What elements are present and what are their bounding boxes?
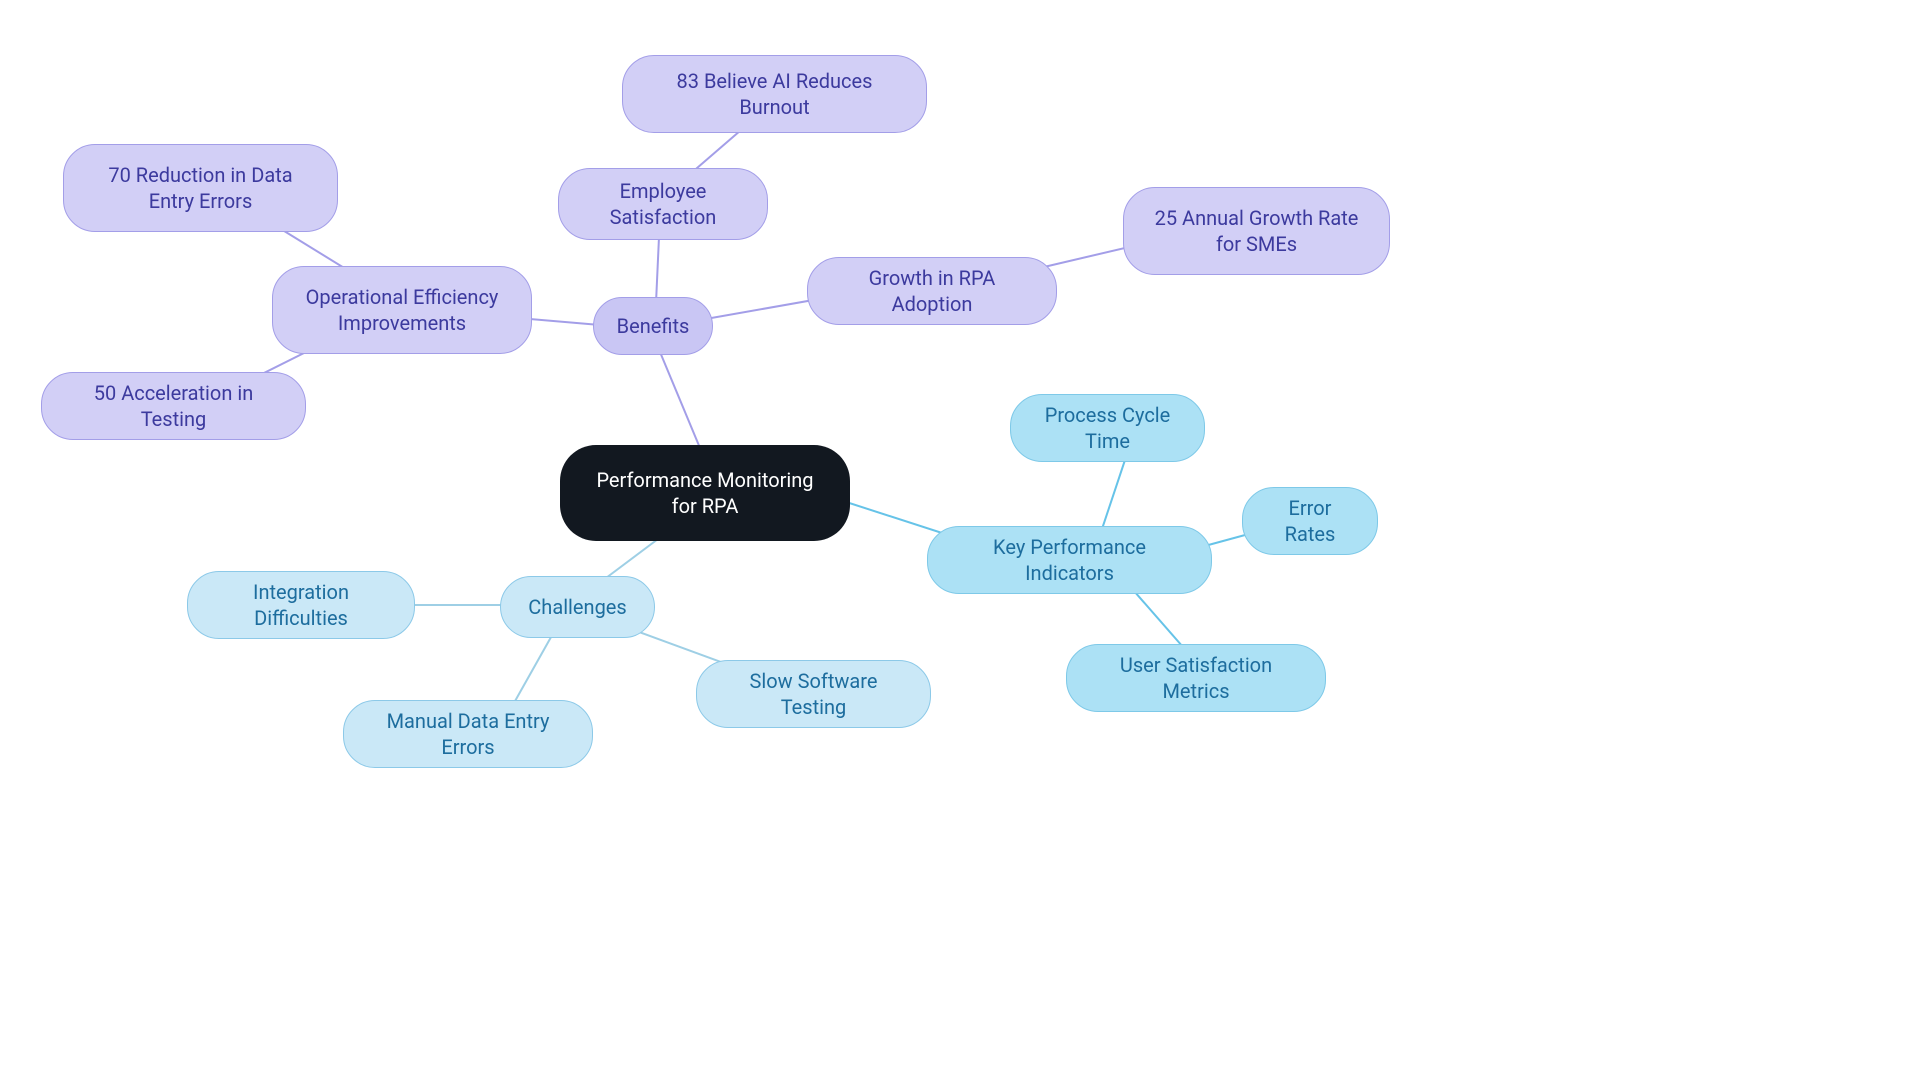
benefits-node: Benefits — [593, 297, 713, 355]
kpi-label: Key Performance Indicators — [956, 534, 1183, 586]
challenges-node: Challenges — [500, 576, 655, 638]
manual-errors-node: Manual Data Entry Errors — [343, 700, 593, 768]
data-entry-errors-node: 70 Reduction in Data Entry Errors — [63, 144, 338, 232]
kpi-node: Key Performance Indicators — [927, 526, 1212, 594]
operational-efficiency-node: Operational Efficiency Improvements — [272, 266, 532, 354]
challenges-label: Challenges — [528, 594, 626, 620]
error-rates-label: Error Rates — [1271, 495, 1349, 547]
operational-efficiency-label: Operational Efficiency Improvements — [301, 284, 503, 336]
growth-rpa-node: Growth in RPA Adoption — [807, 257, 1057, 325]
employee-satisfaction-node: Employee Satisfaction — [558, 168, 768, 240]
user-satisfaction-node: User Satisfaction Metrics — [1066, 644, 1326, 712]
central-label: Performance Monitoring for RPA — [588, 467, 822, 519]
user-satisfaction-label: User Satisfaction Metrics — [1095, 652, 1297, 704]
benefits-label: Benefits — [617, 313, 690, 339]
manual-errors-label: Manual Data Entry Errors — [372, 708, 564, 760]
testing-acceleration-label: 50 Acceleration in Testing — [70, 380, 277, 432]
cycle-time-label: Process Cycle Time — [1039, 402, 1176, 454]
growth-rate-node: 25 Annual Growth Rate for SMEs — [1123, 187, 1390, 275]
burnout-node: 83 Believe AI Reduces Burnout — [622, 55, 927, 133]
employee-satisfaction-label: Employee Satisfaction — [587, 178, 739, 230]
central-node: Performance Monitoring for RPA — [560, 445, 850, 541]
error-rates-node: Error Rates — [1242, 487, 1378, 555]
burnout-label: 83 Believe AI Reduces Burnout — [651, 68, 898, 120]
data-entry-errors-label: 70 Reduction in Data Entry Errors — [92, 162, 309, 214]
testing-acceleration-node: 50 Acceleration in Testing — [41, 372, 306, 440]
growth-rpa-label: Growth in RPA Adoption — [836, 265, 1028, 317]
slow-testing-node: Slow Software Testing — [696, 660, 931, 728]
slow-testing-label: Slow Software Testing — [725, 668, 902, 720]
growth-rate-label: 25 Annual Growth Rate for SMEs — [1152, 205, 1361, 257]
integration-label: Integration Difficulties — [216, 579, 386, 631]
cycle-time-node: Process Cycle Time — [1010, 394, 1205, 462]
integration-node: Integration Difficulties — [187, 571, 415, 639]
